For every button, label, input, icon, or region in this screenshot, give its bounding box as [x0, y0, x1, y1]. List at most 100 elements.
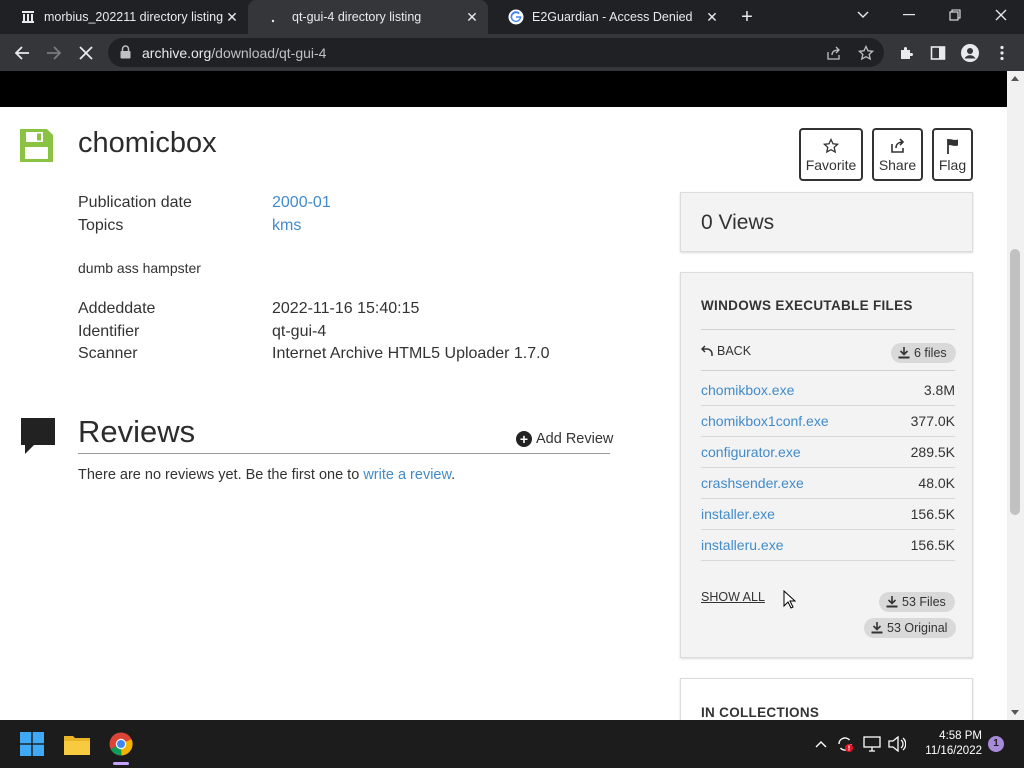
tab-morbius[interactable]: morbius_202211 directory listing ✕ [0, 0, 248, 34]
chevron-up-icon[interactable] [811, 734, 831, 754]
file-link[interactable]: chomikbox.exe [701, 382, 794, 398]
file-link[interactable]: configurator.exe [701, 444, 801, 460]
new-tab-button[interactable]: + [736, 7, 758, 29]
windows-start-icon[interactable] [16, 728, 48, 760]
views-count: 0 Views [701, 211, 775, 234]
site-top-bar [0, 71, 1007, 107]
collections-panel: IN COLLECTIONS [680, 678, 973, 720]
file-size: 156.5K [910, 537, 955, 553]
scroll-down-arrow-icon[interactable] [1011, 710, 1019, 715]
download-options-panel: WINDOWS EXECUTABLE FILES BACK 6 files ch… [680, 272, 973, 658]
profile-avatar-icon[interactable] [960, 43, 980, 63]
reviews-heading: Reviews [78, 414, 196, 449]
flag-button[interactable]: Flag [932, 128, 973, 181]
file-link[interactable]: installer.exe [701, 506, 775, 522]
sync-alert-icon[interactable] [835, 734, 855, 754]
stop-loading-icon[interactable] [73, 40, 99, 66]
all-files-label: 53 Files [902, 595, 946, 609]
scroll-up-arrow-icon[interactable] [1011, 76, 1019, 81]
minimize-icon[interactable] [886, 0, 932, 30]
address-bar[interactable]: archive.org/download/qt-gui-4 [108, 38, 884, 67]
close-tab-icon[interactable]: ✕ [224, 9, 240, 25]
file-size: 156.5K [910, 506, 955, 522]
extensions-puzzle-icon[interactable] [896, 43, 916, 63]
panel-divider [701, 370, 955, 371]
windows-taskbar: 4:58 PM 11/16/2022 1 [0, 720, 1024, 768]
scrollbar-thumb[interactable] [1010, 249, 1020, 515]
more-menu-icon[interactable] [992, 43, 1012, 63]
meta-value-publication-date[interactable]: 2000-01 [272, 194, 331, 212]
files-panel-heading: WINDOWS EXECUTABLE FILES [701, 298, 913, 313]
system-clock[interactable]: 4:58 PM 11/16/2022 [912, 729, 982, 759]
download-original-files-button[interactable]: 53 Original [864, 618, 957, 638]
side-panel-icon[interactable] [928, 43, 948, 63]
back-arrow-icon [701, 345, 713, 357]
flag-label: Flag [938, 156, 967, 173]
back-label: BACK [717, 344, 752, 358]
file-link[interactable]: crashsender.exe [701, 475, 804, 491]
file-row: installer.exe 156.5K [701, 499, 955, 530]
url-text: archive.org/download/qt-gui-4 [142, 45, 326, 61]
item-description: dumb ass hampster [78, 260, 201, 276]
reviews-divider [78, 453, 610, 454]
loading-icon [268, 9, 284, 25]
file-size: 48.0K [918, 475, 955, 491]
collections-heading: IN COLLECTIONS [701, 705, 820, 720]
meta-label-identifier: Identifier [78, 323, 140, 340]
share-label: Share [878, 156, 917, 173]
chrome-taskbar-icon[interactable] [105, 728, 137, 760]
tab-e2guardian[interactable]: E2Guardian - Access Denied ✕ [488, 0, 728, 34]
file-size: 289.5K [910, 444, 955, 460]
active-app-indicator [113, 762, 129, 765]
file-size: 3.8M [923, 382, 955, 398]
forward-arrow-icon[interactable] [41, 40, 67, 66]
comment-bubble-icon [20, 417, 56, 455]
tab-title: qt-gui-4 directory listing [292, 10, 422, 24]
star-icon [823, 137, 839, 155]
notification-badge[interactable]: 1 [988, 736, 1004, 752]
lock-icon[interactable] [120, 45, 131, 64]
file-row: crashsender.exe 48.0K [701, 468, 955, 499]
share-button[interactable]: Share [872, 128, 923, 181]
network-icon[interactable] [862, 734, 882, 754]
download-6-files-button[interactable]: 6 files [891, 343, 956, 363]
back-link[interactable]: BACK [701, 344, 751, 358]
meta-value-addeddate: 2022-11-16 15:40:15 [272, 300, 420, 317]
clock-date: 11/16/2022 [925, 745, 982, 757]
back-arrow-icon[interactable] [9, 40, 35, 66]
close-tab-icon[interactable]: ✕ [704, 9, 720, 25]
bookmark-star-icon[interactable] [858, 45, 874, 61]
file-explorer-icon[interactable] [61, 728, 93, 760]
mouse-pointer-icon [783, 589, 797, 614]
vertical-scrollbar[interactable] [1007, 71, 1024, 720]
download-icon [898, 347, 910, 359]
meta-label-scanner: Scanner [78, 345, 138, 362]
tab-title: E2Guardian - Access Denied [532, 10, 693, 24]
write-review-link[interactable]: write a review [363, 467, 451, 483]
file-link[interactable]: chomikbox1conf.exe [701, 413, 829, 429]
file-link[interactable]: installeru.exe [701, 537, 784, 553]
restore-icon[interactable] [932, 0, 978, 30]
file-row: chomikbox1conf.exe 377.0K [701, 406, 955, 437]
tab-qt-gui-4[interactable]: qt-gui-4 directory listing ✕ [248, 0, 488, 34]
show-all-link[interactable]: SHOW ALL [701, 590, 765, 604]
download-icon [886, 596, 898, 608]
close-window-icon[interactable] [978, 0, 1024, 30]
meta-label-topics: Topics [78, 217, 124, 234]
volume-icon[interactable] [887, 734, 907, 754]
close-tab-icon[interactable]: ✕ [464, 9, 480, 25]
meta-value-topics[interactable]: kms [272, 217, 301, 235]
file-row: installeru.exe 156.5K [701, 530, 955, 561]
share-icon [890, 137, 906, 155]
share-page-icon[interactable] [826, 45, 842, 61]
no-reviews-suffix: . [451, 467, 456, 483]
panel-divider [701, 329, 955, 330]
download-all-files-button[interactable]: 53 Files [879, 592, 955, 612]
chevron-down-icon[interactable] [840, 0, 886, 30]
favorite-button[interactable]: Favorite [799, 128, 863, 181]
archive-icon [20, 9, 36, 25]
browser-tab-bar: morbius_202211 directory listing ✕ qt-gu… [0, 0, 1024, 34]
meta-value-scanner: Internet Archive HTML5 Uploader 1.7.0 [272, 345, 550, 362]
add-review-button[interactable]: + Add Review [516, 431, 613, 447]
tab-title: morbius_202211 directory listing [44, 10, 224, 24]
